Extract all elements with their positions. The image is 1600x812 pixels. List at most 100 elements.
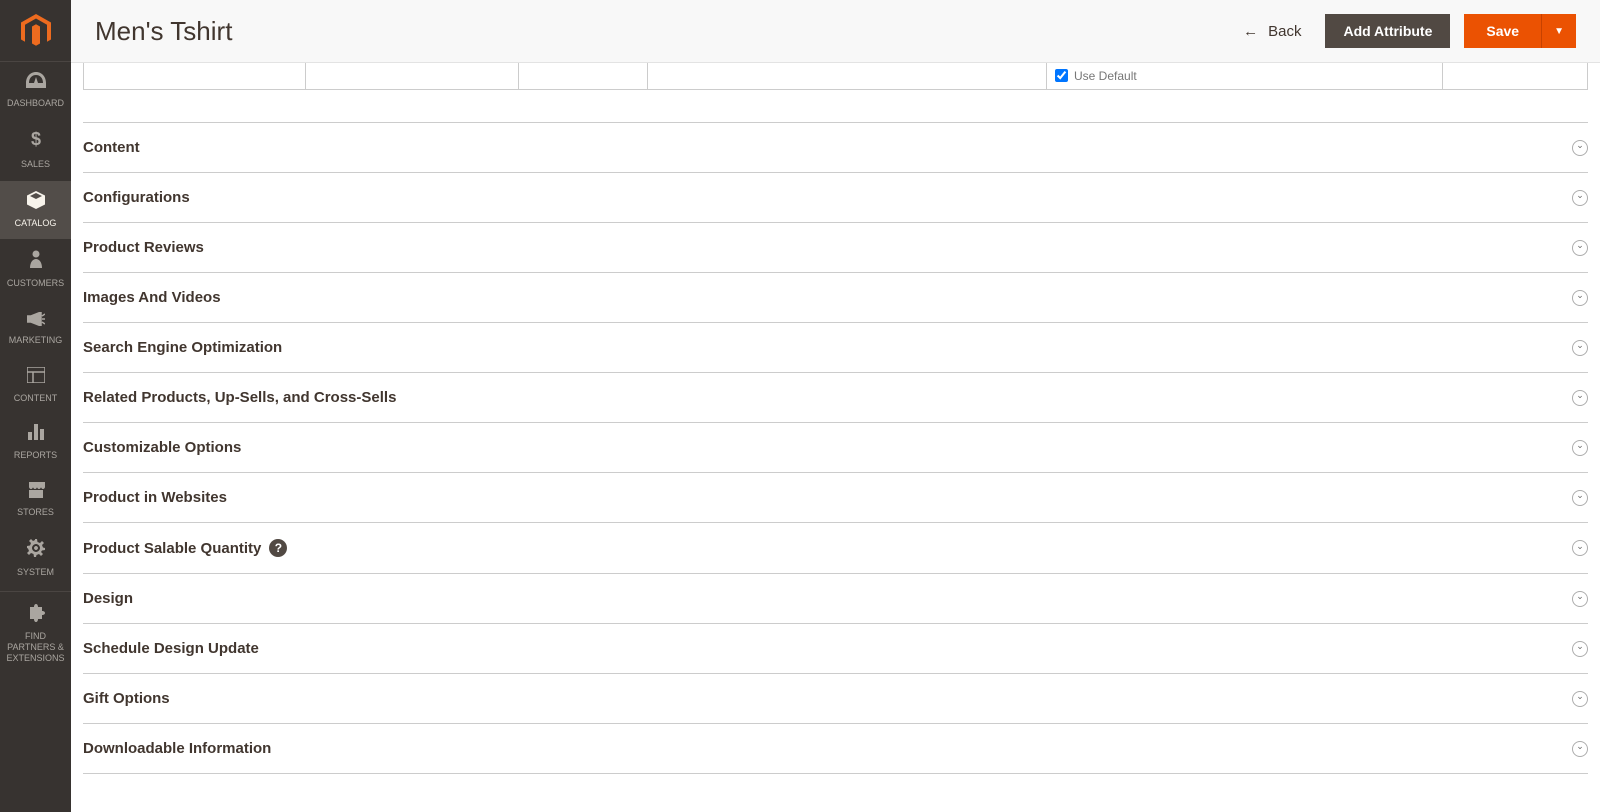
accordion-title-text: Downloadable Information — [83, 740, 271, 757]
sidebar-item-label: DASHBOARD — [7, 98, 64, 109]
magento-logo[interactable] — [0, 0, 71, 62]
accordion-title-text: Related Products, Up-Sells, and Cross-Se… — [83, 389, 396, 406]
sidebar-item-stores[interactable]: STORES — [0, 472, 71, 529]
sidebar: DASHBOARD $ SALES CATALOG CUSTOMERS MARK… — [0, 0, 71, 812]
expand-icon[interactable] — [1572, 140, 1588, 156]
storefront-icon — [27, 482, 45, 504]
layout-icon — [27, 367, 45, 389]
expand-icon[interactable] — [1572, 691, 1588, 707]
use-default-label: Use Default — [1074, 69, 1137, 83]
accordion-section[interactable]: Product Reviews — [83, 223, 1588, 273]
accordion-title-text: Product Salable Quantity — [83, 540, 261, 557]
expand-icon[interactable] — [1572, 290, 1588, 306]
accordion-title-text: Customizable Options — [83, 439, 241, 456]
table-cell — [519, 62, 648, 89]
accordion-title: Images And Videos — [83, 289, 221, 306]
save-button-group: Save ▼ — [1464, 14, 1576, 48]
accordion-title: Content — [83, 139, 140, 156]
accordion-section[interactable]: Content — [83, 122, 1588, 173]
accordion-title-text: Product in Websites — [83, 489, 227, 506]
accordion-title: Search Engine Optimization — [83, 339, 282, 356]
save-dropdown-toggle[interactable]: ▼ — [1541, 14, 1576, 48]
accordion-section[interactable]: Downloadable Information — [83, 724, 1588, 774]
sidebar-item-label: CONTENT — [14, 393, 58, 404]
sidebar-item-system[interactable]: SYSTEM — [0, 529, 71, 588]
sidebar-item-label: FIND PARTNERS & EXTENSIONS — [2, 631, 69, 663]
accordion-section[interactable]: Related Products, Up-Sells, and Cross-Se… — [83, 373, 1588, 423]
accordion-title-text: Gift Options — [83, 690, 170, 707]
sidebar-item-marketing[interactable]: MARKETING — [0, 300, 71, 357]
sidebar-item-label: SYSTEM — [17, 567, 54, 578]
sidebar-item-partners[interactable]: FIND PARTNERS & EXTENSIONS — [0, 591, 71, 675]
sidebar-item-customers[interactable]: CUSTOMERS — [0, 240, 71, 299]
accordion-section[interactable]: Schedule Design Update — [83, 624, 1588, 674]
table-cell — [648, 62, 1047, 89]
accordion-section[interactable]: Search Engine Optimization — [83, 323, 1588, 373]
help-icon[interactable]: ? — [269, 539, 287, 557]
accordion-section[interactable]: Product Salable Quantity? — [83, 523, 1588, 574]
accordion-title: Customizable Options — [83, 439, 241, 456]
accordion-title: Downloadable Information — [83, 740, 271, 757]
expand-icon[interactable] — [1572, 641, 1588, 657]
accordion-title: Product in Websites — [83, 489, 227, 506]
page-title: Men's Tshirt — [95, 16, 232, 47]
back-arrow-icon: ← — [1243, 23, 1258, 40]
magento-logo-icon — [21, 14, 51, 48]
expand-icon[interactable] — [1572, 591, 1588, 607]
table-partial-row: Use Default — [83, 62, 1588, 90]
expand-icon[interactable] — [1572, 490, 1588, 506]
svg-text:$: $ — [30, 129, 40, 149]
sidebar-item-content[interactable]: CONTENT — [0, 357, 71, 414]
accordion-title: Configurations — [83, 189, 190, 206]
accordion-title-text: Search Engine Optimization — [83, 339, 282, 356]
sidebar-item-label: MARKETING — [9, 335, 63, 346]
expand-icon[interactable] — [1572, 540, 1588, 556]
table-cell — [84, 62, 306, 89]
accordion-title-text: Content — [83, 139, 140, 156]
accordion-title: Product Salable Quantity? — [83, 539, 287, 557]
header-actions: ← Back Add Attribute Save ▼ — [1243, 14, 1576, 48]
bars-icon — [27, 424, 45, 446]
expand-icon[interactable] — [1572, 340, 1588, 356]
expand-icon[interactable] — [1572, 240, 1588, 256]
accordion-title: Product Reviews — [83, 239, 204, 256]
expand-icon[interactable] — [1572, 440, 1588, 456]
gear-icon — [27, 539, 45, 563]
use-default-checkbox[interactable] — [1055, 69, 1068, 82]
sidebar-item-catalog[interactable]: CATALOG — [0, 181, 71, 240]
accordion-section[interactable]: Configurations — [83, 173, 1588, 223]
sidebar-item-label: SALES — [21, 159, 50, 170]
sidebar-item-dashboard[interactable]: DASHBOARD — [0, 62, 71, 119]
sidebar-item-label: STORES — [17, 507, 54, 518]
content-area: Use Default Content Configurations Product… — [71, 62, 1600, 774]
save-button[interactable]: Save — [1464, 14, 1541, 48]
accordion-title: Schedule Design Update — [83, 640, 259, 657]
sidebar-item-reports[interactable]: REPORTS — [0, 414, 71, 471]
accordion-title-text: Design — [83, 590, 133, 607]
accordion-title-text: Schedule Design Update — [83, 640, 259, 657]
accordion-title-text: Product Reviews — [83, 239, 204, 256]
main-content: Men's Tshirt ← Back Add Attribute Save ▼… — [71, 0, 1600, 774]
accordion-section[interactable]: Customizable Options — [83, 423, 1588, 473]
accordion-section[interactable]: Gift Options — [83, 674, 1588, 724]
add-attribute-button[interactable]: Add Attribute — [1325, 14, 1450, 48]
box-icon — [27, 191, 45, 215]
back-button[interactable]: ← Back — [1243, 23, 1301, 40]
accordion-section[interactable]: Images And Videos — [83, 273, 1588, 323]
table-cell — [1443, 62, 1587, 89]
sidebar-item-label: CUSTOMERS — [7, 278, 64, 289]
expand-icon[interactable] — [1572, 390, 1588, 406]
expand-icon[interactable] — [1572, 741, 1588, 757]
sidebar-item-label: CATALOG — [15, 218, 57, 229]
dollar-icon: $ — [30, 129, 42, 155]
expand-icon[interactable] — [1572, 190, 1588, 206]
back-label: Back — [1268, 23, 1301, 40]
page-header: Men's Tshirt ← Back Add Attribute Save ▼ — [71, 0, 1600, 63]
accordion-section[interactable]: Design — [83, 574, 1588, 624]
use-default-cell: Use Default — [1047, 62, 1443, 89]
accordion-section[interactable]: Product in Websites — [83, 473, 1588, 523]
sidebar-item-sales[interactable]: $ SALES — [0, 119, 71, 180]
dashboard-icon — [26, 72, 46, 94]
accordion-title-text: Images And Videos — [83, 289, 221, 306]
person-icon — [29, 250, 43, 274]
